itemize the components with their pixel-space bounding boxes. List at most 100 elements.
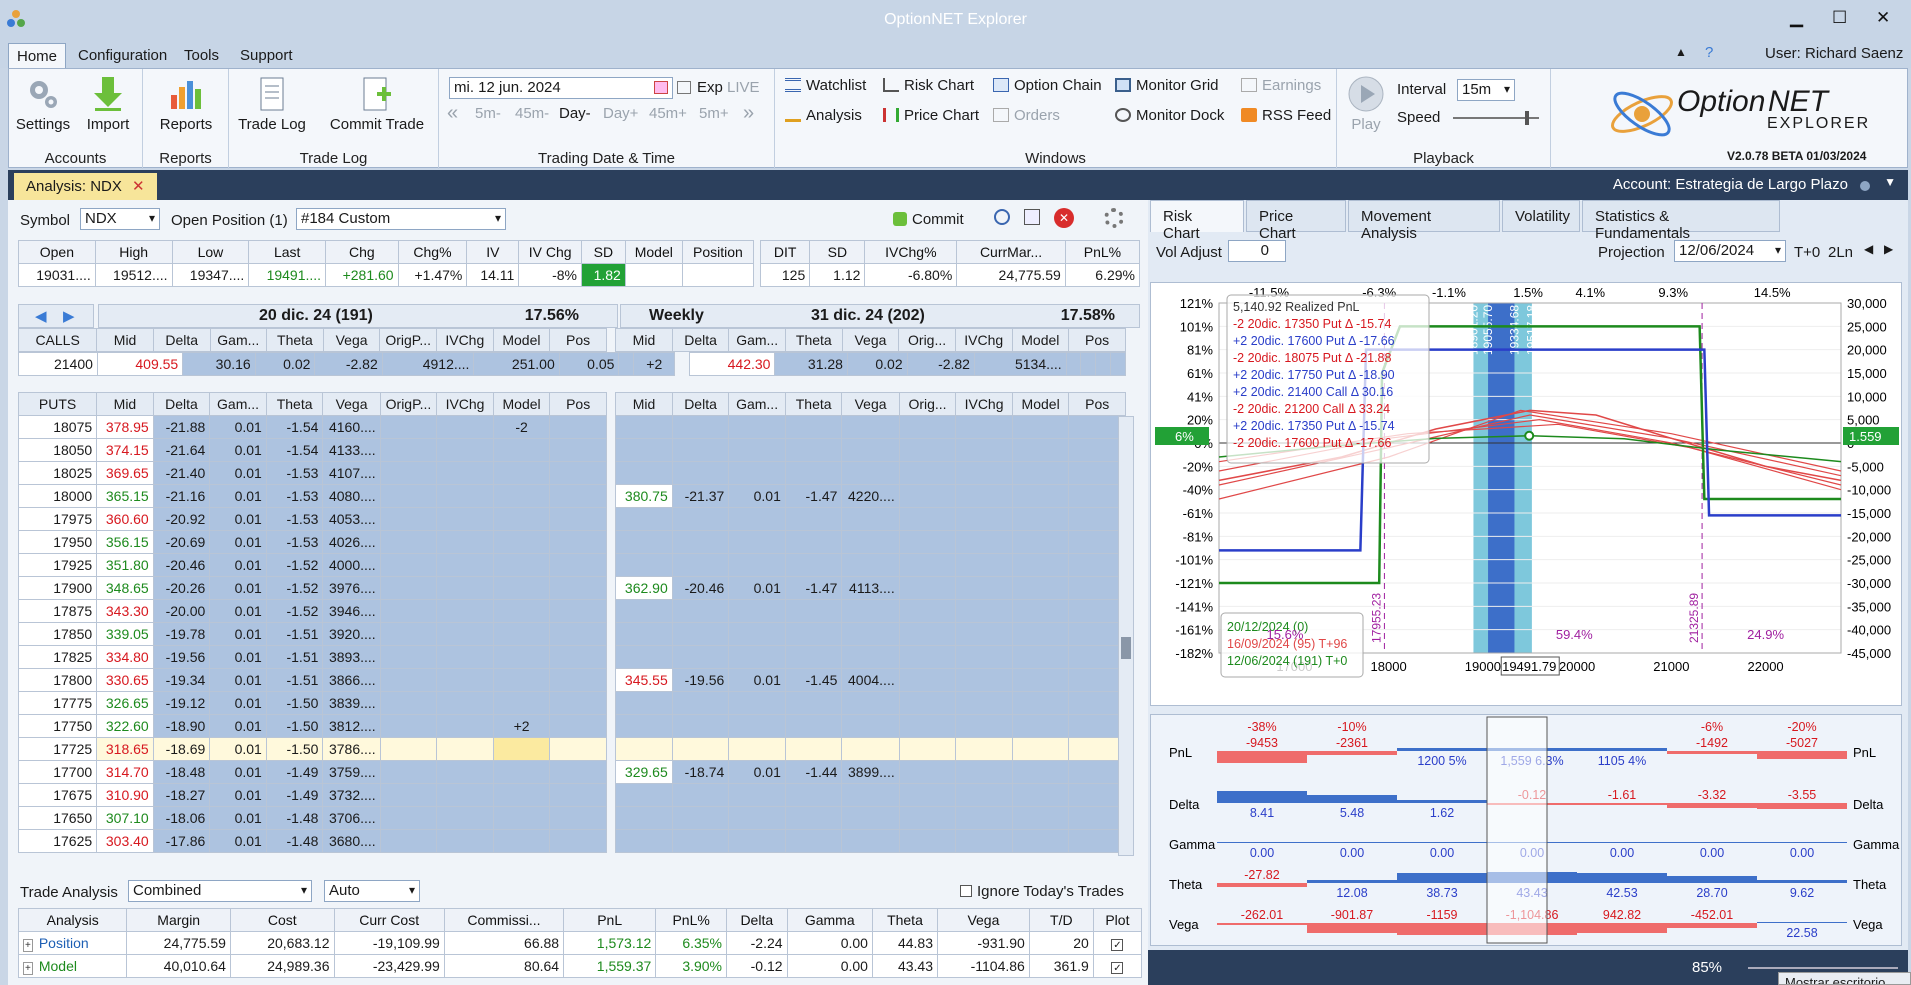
- chain-cell-model[interactable]: [492, 553, 551, 577]
- chain-cell-pos[interactable]: [549, 507, 607, 531]
- delete-icon[interactable]: ✕: [1054, 208, 1074, 228]
- orders-button[interactable]: Orders: [993, 107, 1060, 124]
- chain-cell-model[interactable]: [492, 484, 551, 508]
- chain-cell-model[interactable]: [492, 760, 551, 784]
- ignore-checkbox-box[interactable]: [960, 885, 972, 897]
- chain-row[interactable]: 17675 310.90 -18.27 0.01 -1.49 3732....: [17, 783, 1126, 807]
- chain-cell-pos[interactable]: [549, 737, 607, 761]
- right-tab-0[interactable]: Risk Chart: [1150, 200, 1244, 242]
- chain-row[interactable]: 17625 303.40 -17.86 0.01 -1.48 3680....: [17, 829, 1126, 853]
- chain-row[interactable]: 17700 314.70 -18.48 0.01 -1.49 3759.... 329.65…: [17, 760, 1126, 784]
- commit-trade-button[interactable]: Commit Trade: [319, 75, 435, 133]
- right-tab-4[interactable]: Statistics & Fundamentals: [1582, 200, 1780, 242]
- play-button[interactable]: Play: [1343, 75, 1389, 133]
- chain-row[interactable]: 17800 330.65 -19.34 0.01 -1.51 3866.... 345.55…: [17, 668, 1126, 692]
- chain-cell-model[interactable]: [492, 622, 551, 646]
- risk-chart[interactable]: 121% 30,000 101% 25,000 81% 20,000 61% 15,000 41…: [1150, 282, 1902, 706]
- symbol-select[interactable]: NDX: [80, 208, 160, 230]
- chain-row[interactable]: 17975 360.60 -20.92 0.01 -1.53 4053....: [17, 507, 1126, 531]
- chain-cell-pos[interactable]: [549, 806, 607, 830]
- chain-cell-pos[interactable]: [549, 484, 607, 508]
- chain-cell-model[interactable]: [492, 783, 551, 807]
- chain-cell-model[interactable]: [492, 691, 551, 715]
- chain-row[interactable]: 18000 365.15 -21.16 0.01 -1.53 4080.... 380.75…: [17, 484, 1126, 508]
- settings-button[interactable]: Settings: [15, 75, 71, 133]
- right-tab-1[interactable]: Price Chart: [1246, 200, 1346, 242]
- calendar-icon[interactable]: [654, 81, 668, 94]
- maximize-button[interactable]: ☐: [1832, 8, 1847, 28]
- chain-row[interactable]: 18025 369.65 -21.40 0.01 -1.53 4107....: [17, 461, 1126, 485]
- prev-expiry-icon[interactable]: ◀: [35, 307, 47, 325]
- chain-cell-model[interactable]: +2: [492, 714, 551, 738]
- chain-cell-pos[interactable]: [549, 829, 607, 853]
- watchlist-button[interactable]: Watchlist: [785, 77, 866, 94]
- step-45m-forward[interactable]: 45m+: [649, 105, 687, 122]
- minimize-button[interactable]: ▁: [1790, 8, 1803, 28]
- trade-auto-select[interactable]: Auto: [324, 880, 420, 902]
- help-icon[interactable]: ?: [1705, 44, 1713, 61]
- rss-feed-button[interactable]: RSS Feed: [1241, 107, 1331, 124]
- chain-cell-model[interactable]: [492, 668, 551, 692]
- step-5m-forward[interactable]: 5m+: [699, 105, 729, 122]
- ta-name-cell[interactable]: + Model: [17, 954, 128, 978]
- chain-cell-model[interactable]: [492, 461, 551, 485]
- chain-row[interactable]: 17850 339.05 -19.78 0.01 -1.51 3920....: [17, 622, 1126, 646]
- step-forward-icon[interactable]: »: [743, 102, 754, 125]
- live-button[interactable]: LIVE: [727, 79, 760, 96]
- risk-chart-button[interactable]: Risk Chart: [883, 77, 974, 94]
- chain-cell-model[interactable]: [492, 530, 551, 554]
- exp-button[interactable]: Exp: [697, 79, 723, 96]
- chain-row[interactable]: 17775 326.65 -19.12 0.01 -1.50 3839....: [17, 691, 1126, 715]
- chain-cell-pos[interactable]: [549, 645, 607, 669]
- chain-cell-pos[interactable]: [549, 415, 607, 439]
- vol-adjust-input[interactable]: 0: [1228, 240, 1286, 262]
- grid-icon[interactable]: [677, 81, 691, 94]
- projection-select[interactable]: 12/06/2024: [1674, 240, 1786, 262]
- chain-row[interactable]: 17900 348.65 -20.26 0.01 -1.52 3976.... 362.90…: [17, 576, 1126, 600]
- risk-chart-svg[interactable]: 121% 30,000 101% 25,000 81% 20,000 61% 15,000 41…: [1151, 283, 1903, 707]
- chain-cell-model[interactable]: [492, 806, 551, 830]
- chain-row[interactable]: 17725 318.65 -18.69 0.01 -1.50 3786....: [17, 737, 1126, 761]
- chain-cell-pos[interactable]: [549, 714, 607, 738]
- import-button[interactable]: Import: [81, 75, 135, 133]
- settings-gear-icon[interactable]: [1104, 208, 1124, 228]
- chain-row[interactable]: 17925 351.80 -20.46 0.01 -1.52 4000....: [17, 553, 1126, 577]
- chain-cell-pos[interactable]: [549, 691, 607, 715]
- option-chain-button[interactable]: Option Chain: [993, 77, 1102, 94]
- speed-slider-thumb[interactable]: [1525, 111, 1529, 125]
- step-5m-back[interactable]: 5m-: [475, 105, 501, 122]
- chain-cell-pos[interactable]: [549, 668, 607, 692]
- lines-prev-icon[interactable]: ◀: [1864, 242, 1873, 256]
- tab-support[interactable]: Support: [232, 43, 301, 68]
- expand-icon[interactable]: +: [23, 939, 33, 952]
- analysis-button[interactable]: Analysis: [785, 107, 862, 124]
- chain-cell-model[interactable]: [492, 737, 551, 761]
- chain-cell-model[interactable]: [492, 599, 551, 623]
- next-expiry-icon[interactable]: ▶: [63, 307, 75, 325]
- collapse-ribbon-icon[interactable]: ▲: [1675, 45, 1687, 59]
- ignore-today-checkbox[interactable]: Ignore Today's Trades: [960, 883, 1124, 900]
- step-day-forward[interactable]: Day+: [603, 105, 638, 122]
- lines-next-icon[interactable]: ▶: [1884, 242, 1893, 256]
- interval-select[interactable]: 15m: [1457, 79, 1515, 101]
- chain-row[interactable]: 17950 356.15 -20.69 0.01 -1.53 4026....: [17, 530, 1126, 554]
- chain-cell-pos[interactable]: [549, 760, 607, 784]
- trading-date-input[interactable]: mi. 12 jun. 2024: [449, 77, 673, 99]
- right-tab-3[interactable]: Volatility: [1502, 200, 1580, 232]
- close-button[interactable]: ✕: [1876, 8, 1890, 28]
- price-chart-button[interactable]: Price Chart: [883, 107, 979, 124]
- puts-scrollbar-thumb[interactable]: [1121, 637, 1131, 659]
- trade-mode-select[interactable]: Combined: [128, 880, 312, 902]
- chain-row[interactable]: 18050 374.15 -21.64 0.01 -1.54 4133....: [17, 438, 1126, 462]
- chain-cell-pos[interactable]: [549, 599, 607, 623]
- chain-row[interactable]: 17650 307.10 -18.06 0.01 -1.48 3706....: [17, 806, 1126, 830]
- zoom-slider[interactable]: [1748, 967, 1898, 969]
- chain-cell-pos[interactable]: [549, 438, 607, 462]
- plot-checkbox[interactable]: ✓: [1111, 939, 1124, 951]
- plot-checkbox-cell[interactable]: ✓: [1092, 954, 1143, 978]
- chain-cell-pos[interactable]: [549, 622, 607, 646]
- step-back-icon[interactable]: «: [447, 102, 458, 125]
- puts-scrollbar[interactable]: [1118, 416, 1134, 856]
- commit-button[interactable]: Commit: [893, 211, 964, 228]
- chain-cell-model[interactable]: -2: [492, 415, 551, 439]
